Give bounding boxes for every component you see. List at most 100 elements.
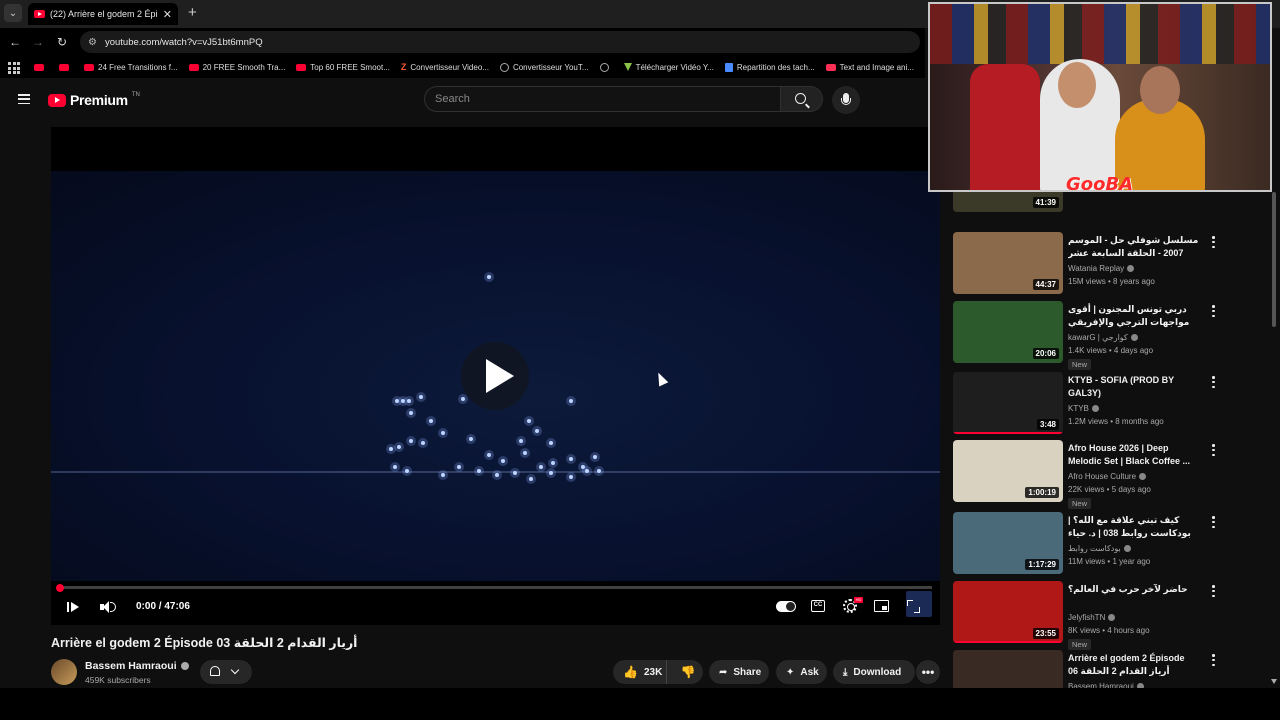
recommendation-thumbnail[interactable]: 1:00:19 — [953, 440, 1063, 502]
bookmark-item[interactable]: Z Convertisseur Video... — [401, 62, 489, 72]
autoplay-toggle[interactable] — [776, 601, 796, 612]
kebab-menu-icon[interactable] — [1212, 236, 1215, 248]
kebab-menu-icon[interactable] — [1212, 654, 1215, 666]
url-text: youtube.com/watch?v=vJ51bt6mnPQ — [104, 36, 263, 48]
kebab-menu-icon[interactable] — [1212, 585, 1215, 597]
search-input[interactable] — [424, 86, 781, 112]
bookmark-item[interactable]: 24 Free Transitions f... — [84, 63, 178, 72]
back-arrow-icon[interactable]: ← — [7, 34, 23, 50]
chevron-down-icon — [230, 665, 240, 675]
recommendation-title[interactable]: Arrière el godem 2 Épisode أرياز القدام … — [1068, 652, 1203, 678]
recommendation-thumbnail[interactable]: 23:55 — [953, 581, 1063, 643]
recommendation-item[interactable]: 23:55 حاضر لآخر حرب في العالم؟ JelyfishTN 8… — [951, 581, 1251, 650]
z-icon: Z — [400, 62, 407, 72]
miniplayer-icon[interactable] — [874, 600, 889, 612]
recommendation-item[interactable]: 41:391M views • 4 days agoNew — [951, 192, 1251, 214]
reload-icon[interactable]: ↻ — [54, 34, 70, 50]
youtube-icon — [34, 63, 44, 71]
youtube-icon — [296, 63, 307, 71]
recommendation-title[interactable]: حاضر لآخر حرب في العالم؟ — [1068, 583, 1203, 596]
ask-button[interactable]: ✦ Ask — [776, 660, 827, 684]
site-info-icon[interactable]: ⚙ — [88, 37, 97, 48]
hamburger-menu-icon[interactable] — [18, 94, 30, 104]
download-button[interactable]: ⤓ Download — [833, 660, 915, 684]
recommendation-thumbnail[interactable]: 41:39 — [953, 192, 1063, 212]
scroll-down-icon[interactable] — [1271, 679, 1277, 684]
subscribed-bell-button[interactable] — [200, 660, 252, 684]
bookmark-item[interactable] — [59, 63, 73, 71]
bookmark-item[interactable]: 20 FREE Smooth Tra... — [188, 63, 285, 72]
browser-tab-active[interactable]: (22) Arrière el godem 2 Épisode ✕ — [28, 3, 178, 25]
youtube-premium-logo[interactable]: Premium TN — [48, 92, 140, 108]
recommendation-item[interactable]: 1:00:19 Afro House 2026 | Deep Melodic Se… — [951, 440, 1251, 509]
recommendation-item[interactable]: 3:48 KTYB - SOFIA (PROD BY GAL3Y) KTYB 1.2M… — [951, 372, 1251, 436]
recommendation-title[interactable]: كيف تبني علاقة مع الله؟ | بودكاست روابط … — [1068, 514, 1203, 540]
recommendation-item[interactable]: 1:17:29 كيف تبني علاقة مع الله؟ | بودكاست… — [951, 512, 1251, 576]
recommendation-channel[interactable]: Watania Replay — [1068, 264, 1135, 273]
new-tab-button[interactable]: + — [188, 4, 197, 22]
recommendation-thumbnail[interactable]: 1:17:29 — [953, 512, 1063, 574]
bookmark-item[interactable]: Top 60 FREE Smoot... — [296, 63, 390, 72]
volume-icon[interactable] — [100, 597, 116, 617]
recommendation-title[interactable]: KTYB - SOFIA (PROD BY GAL3Y) — [1068, 374, 1203, 400]
large-play-button[interactable] — [461, 342, 529, 410]
recommendation-channel[interactable]: بودكاست روابط — [1068, 544, 1131, 553]
bookmark-item[interactable]: Télécharger Vidéo Y... — [623, 63, 714, 72]
recommendation-thumbnail[interactable]: 44:37 — [953, 232, 1063, 294]
progress-bar[interactable] — [59, 586, 932, 589]
subscriber-count: 459K subscribers — [85, 675, 151, 685]
recommendation-channel[interactable]: KTYB — [1068, 404, 1099, 413]
share-button[interactable]: ➦ Share — [709, 660, 769, 684]
kebab-menu-icon[interactable] — [1212, 516, 1215, 528]
recommendation-title[interactable]: Afro House 2026 | Deep Melodic Set | Bla… — [1068, 442, 1203, 468]
recommendation-channel[interactable]: kawarG | كوارجي — [1068, 333, 1138, 342]
search-box — [424, 86, 823, 112]
channel-avatar[interactable] — [51, 659, 77, 685]
globe-icon — [599, 62, 609, 72]
tab-search-button[interactable]: ⌄ — [4, 4, 22, 22]
bookmark-item[interactable]: Repartition des tach... — [724, 62, 815, 72]
kebab-menu-icon[interactable] — [1212, 444, 1215, 456]
progress-scrubber[interactable] — [56, 584, 64, 592]
recommendation-title[interactable]: دربي تونس المجنون | أقوى مواجهات الترجي … — [1068, 303, 1203, 329]
recommendation-channel[interactable]: JelyfishTN — [1068, 613, 1116, 622]
search-button[interactable] — [781, 86, 823, 112]
youtube-icon — [84, 63, 94, 71]
bookmark-item[interactable] — [34, 63, 48, 71]
scrollbar-thumb[interactable] — [1272, 192, 1276, 327]
voice-search-button[interactable] — [832, 86, 860, 114]
recommendation-thumbnail[interactable]: 3:48 — [953, 372, 1063, 434]
bookmark-item[interactable] — [599, 62, 613, 72]
channel-name[interactable]: Bassem Hamraoui — [85, 660, 189, 672]
recommendation-thumbnail[interactable] — [953, 650, 1063, 692]
recommendation-thumbnail[interactable]: 20:06 — [953, 301, 1063, 363]
recommendation-channel[interactable]: Afro House Culture — [1068, 472, 1147, 481]
recommendation-item[interactable]: Arrière el godem 2 Épisode أرياز القدام … — [951, 650, 1251, 692]
video-player[interactable]: 0:00 / 47:06 CC HD — [51, 127, 940, 625]
subtitles-icon[interactable]: CC — [811, 600, 825, 612]
kebab-menu-icon[interactable] — [1212, 305, 1215, 317]
youtube-icon — [188, 63, 199, 71]
verified-badge-icon — [1108, 614, 1116, 621]
like-button[interactable]: 👍 23K — [613, 660, 668, 684]
recommendation-meta: 11M views • 1 year ago — [1068, 557, 1151, 566]
taskbar-area — [0, 688, 1280, 720]
play-pause-icon[interactable] — [67, 597, 81, 617]
dislike-button[interactable]: 👎 — [673, 660, 703, 684]
kebab-menu-icon[interactable] — [1212, 376, 1215, 388]
address-toolbar: ← → ↻ ⚙ youtube.com/watch?v=vJ51bt6mnPQ — [0, 28, 925, 56]
forward-arrow-icon[interactable]: → — [30, 34, 46, 50]
url-bar[interactable]: ⚙ youtube.com/watch?v=vJ51bt6mnPQ — [80, 31, 920, 53]
fullscreen-icon[interactable] — [907, 600, 920, 613]
recommendation-title[interactable]: مسلسل شوفلي حل - الموسم 2007 - الحلقة ال… — [1068, 234, 1203, 260]
bookmark-item[interactable]: Convertisseur YouT... — [499, 62, 589, 72]
close-tab-icon[interactable]: ✕ — [163, 8, 172, 21]
sidebar-scrollbar[interactable] — [1270, 192, 1278, 688]
recommendation-item[interactable]: 20:06 دربي تونس المجنون | أقوى مواجهات ال… — [951, 301, 1251, 370]
apps-grid-icon[interactable] — [6, 60, 20, 74]
doc-icon — [724, 62, 733, 72]
more-actions-button[interactable]: ••• — [916, 660, 940, 684]
recommendation-item[interactable]: 44:37 مسلسل شوفلي حل - الموسم 2007 - الحل… — [951, 232, 1251, 296]
youtube-favicon-icon — [34, 10, 45, 18]
bookmark-item[interactable]: Text and Image ani... — [825, 63, 914, 72]
